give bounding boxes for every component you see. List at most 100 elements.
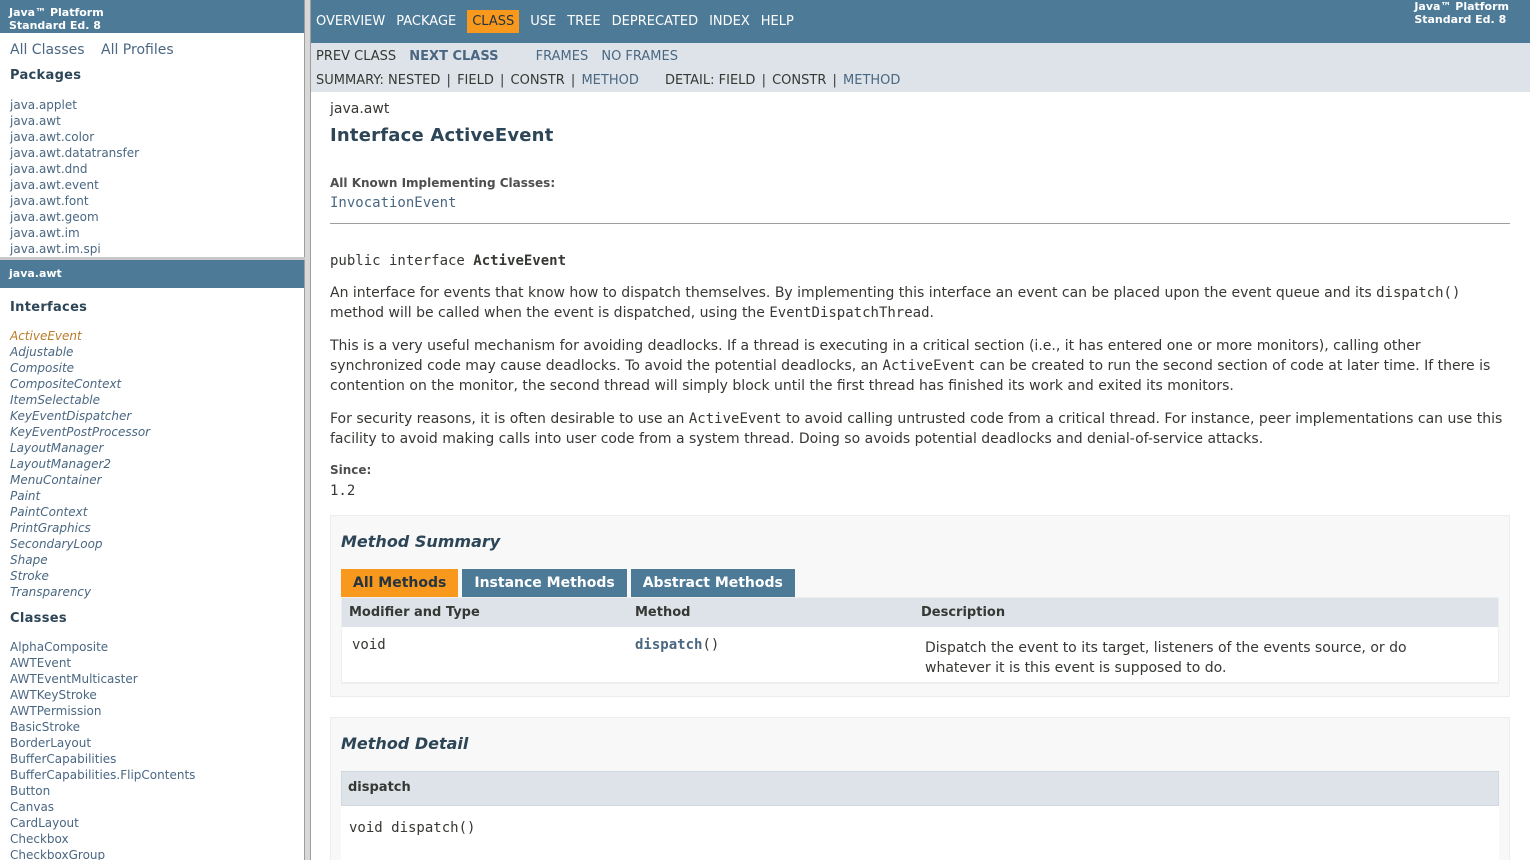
interface-link-keyeventdispatcher[interactable]: KeyEventDispatcher xyxy=(10,409,131,423)
interface-link-menucontainer[interactable]: MenuContainer xyxy=(10,473,102,487)
list-item: Button xyxy=(10,783,294,799)
summary-method-link[interactable]: METHOD xyxy=(581,73,638,88)
detail-method-link[interactable]: METHOD xyxy=(843,73,900,88)
prev-class-label: PREV CLASS xyxy=(316,49,397,64)
row-type: void xyxy=(352,637,386,653)
list-item: PrintGraphics xyxy=(10,520,294,536)
since-value: 1.2 xyxy=(330,483,356,499)
class-link-awteventmulticaster[interactable]: AWTEventMulticaster xyxy=(10,672,138,686)
interface-link-itemselectable[interactable]: ItemSelectable xyxy=(10,393,100,407)
separator: | xyxy=(499,73,505,88)
class-link-awtpermission[interactable]: AWTPermission xyxy=(10,704,101,718)
list-item: CardLayout xyxy=(10,815,294,831)
class-link-awtevent[interactable]: AWTEvent xyxy=(10,656,71,670)
list-item: AWTPermission xyxy=(10,703,294,719)
package-link-java-awt-geom[interactable]: java.awt.geom xyxy=(10,210,99,224)
description-paragraph: An interface for events that know how to… xyxy=(330,285,1461,321)
method-detail-name: dispatch xyxy=(341,771,1499,806)
class-link-basicstroke[interactable]: BasicStroke xyxy=(10,720,80,734)
list-item: ActiveEvent xyxy=(10,328,294,344)
class-link-alphacomposite[interactable]: AlphaComposite xyxy=(10,640,108,654)
nav-index[interactable]: INDEX xyxy=(704,10,755,33)
interface-link-secondaryloop[interactable]: SecondaryLoop xyxy=(10,537,103,551)
interface-link-transparency[interactable]: Transparency xyxy=(10,585,91,599)
list-item: Transparency xyxy=(10,584,294,600)
list-item: Composite xyxy=(10,360,294,376)
all-classes-link[interactable]: All Classes xyxy=(10,42,85,58)
class-link-awtkeystroke[interactable]: AWTKeyStroke xyxy=(10,688,97,702)
list-item: AlphaComposite xyxy=(10,639,294,655)
interface-link-compositecontext[interactable]: CompositeContext xyxy=(10,377,121,391)
classes-heading: Classes xyxy=(10,611,67,626)
class-link-checkboxgroup[interactable]: CheckboxGroup xyxy=(10,848,105,860)
interface-link-paint[interactable]: Paint xyxy=(10,489,40,503)
nav-use[interactable]: USE xyxy=(525,10,561,33)
signature-name: ActiveEvent xyxy=(473,253,567,269)
class-link-borderlayout[interactable]: BorderLayout xyxy=(10,736,91,750)
list-item: java.applet xyxy=(10,97,294,113)
interface-link-composite[interactable]: Composite xyxy=(10,361,74,375)
class-link-buffercapabilities[interactable]: BufferCapabilities xyxy=(10,752,116,766)
subnav-row-1: PREV CLASS NEXT CLASS FRAMES NO FRAMES xyxy=(316,49,678,64)
top-navbar: OVERVIEW PACKAGE CLASS USE TREE DEPRECATED IND… xyxy=(311,0,1530,43)
interface-link-shape[interactable]: Shape xyxy=(10,553,48,567)
detail-label: DETAIL: xyxy=(664,73,715,88)
package-link-java-awt-event[interactable]: java.awt.event xyxy=(10,178,99,192)
class-link-buffercapabilities-flipcontents[interactable]: BufferCapabilities.FlipContents xyxy=(10,768,195,782)
tab-all-methods[interactable]: All Methods xyxy=(341,569,459,597)
frames-link[interactable]: FRAMES xyxy=(536,49,589,64)
nav-package[interactable]: PACKAGE xyxy=(391,10,461,33)
invocation-event-link[interactable]: InvocationEvent xyxy=(330,195,456,211)
list-item: java.awt.color xyxy=(10,129,294,145)
next-class-link[interactable]: NEXT CLASS xyxy=(409,49,498,64)
summary-field: FIELD xyxy=(457,73,494,88)
dispatch-method-link[interactable]: dispatch xyxy=(635,637,702,653)
interface-link-printgraphics[interactable]: PrintGraphics xyxy=(10,521,91,535)
list-item: java.awt.font xyxy=(10,193,294,209)
package-link-java-awt-im-spi[interactable]: java.awt.im.spi xyxy=(10,242,101,256)
list-item: Checkbox xyxy=(10,831,294,847)
interface-link-activeevent[interactable]: ActiveEvent xyxy=(10,329,82,343)
all-profiles-link[interactable]: All Profiles xyxy=(101,42,174,58)
package-title[interactable]: java.awt xyxy=(0,260,304,288)
no-frames-link[interactable]: NO FRAMES xyxy=(601,49,678,64)
method-detail-title: Method Detail xyxy=(341,734,469,753)
list-item: BorderLayout xyxy=(10,735,294,751)
nav-deprecated[interactable]: DEPRECATED xyxy=(607,10,703,33)
list-item: Shape xyxy=(10,552,294,568)
list-item: AWTEvent xyxy=(10,655,294,671)
class-link-canvas[interactable]: Canvas xyxy=(10,800,54,814)
class-link-cardlayout[interactable]: CardLayout xyxy=(10,816,79,830)
signature-prefix: public interface xyxy=(330,253,474,269)
col-method: Method xyxy=(635,605,691,620)
summary-label: SUMMARY: xyxy=(316,73,384,88)
class-link-checkbox[interactable]: Checkbox xyxy=(10,832,69,846)
class-link-button[interactable]: Button xyxy=(10,784,50,798)
package-link-java-awt-dnd[interactable]: java.awt.dnd xyxy=(10,162,87,176)
nav-tree[interactable]: TREE xyxy=(562,10,605,33)
package-link-java-awt-datatransfer[interactable]: java.awt.datatransfer xyxy=(10,146,139,160)
tab-instance-methods[interactable]: Instance Methods xyxy=(462,569,627,597)
interface-link-adjustable[interactable]: Adjustable xyxy=(10,345,73,359)
package-link-java-awt-im[interactable]: java.awt.im xyxy=(10,226,80,240)
method-summary-section: Method Summary All Methods Instance Meth… xyxy=(330,515,1510,697)
nav-overview[interactable]: OVERVIEW xyxy=(311,10,390,33)
list-item: BufferCapabilities xyxy=(10,751,294,767)
interface-link-layoutmanager2[interactable]: LayoutManager2 xyxy=(10,457,111,471)
method-detail-signature: void dispatch() xyxy=(341,806,1499,860)
package-link-java-awt-font[interactable]: java.awt.font xyxy=(10,194,89,208)
interface-link-paintcontext[interactable]: PaintContext xyxy=(10,505,87,519)
package-link-java-awt[interactable]: java.awt xyxy=(10,114,61,128)
nav-help[interactable]: HELP xyxy=(756,10,799,33)
tab-abstract-methods[interactable]: Abstract Methods xyxy=(630,569,795,597)
list-item: AWTKeyStroke xyxy=(10,687,294,703)
package-link-java-awt-color[interactable]: java.awt.color xyxy=(10,130,94,144)
interface-link-keyeventpostprocessor[interactable]: KeyEventPostProcessor xyxy=(10,425,150,439)
interface-link-stroke[interactable]: Stroke xyxy=(10,569,49,583)
package-link-java-applet[interactable]: java.applet xyxy=(10,98,77,112)
nav-class[interactable]: CLASS xyxy=(467,10,520,33)
method-detail-section: Method Detail dispatch void dispatch() xyxy=(330,717,1510,860)
summary-constr: CONSTR xyxy=(510,73,565,88)
list-item: java.awt.im.spi xyxy=(10,241,294,257)
interface-link-layoutmanager[interactable]: LayoutManager xyxy=(10,441,103,455)
